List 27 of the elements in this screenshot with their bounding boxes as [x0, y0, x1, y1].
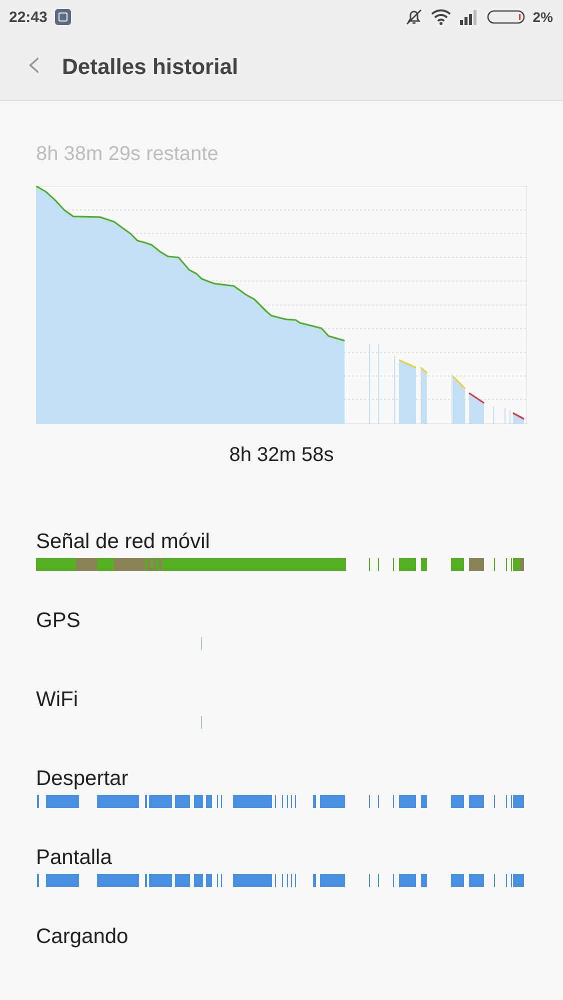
app-icon: [55, 9, 72, 25]
battery-tick: [394, 356, 396, 424]
timeline-label: WiFi: [36, 687, 79, 713]
activity-tick: [201, 716, 202, 729]
timeline-label: Pantalla: [36, 845, 113, 871]
battery-segment: [468, 392, 484, 424]
timeline-label: Despertar: [36, 766, 130, 792]
battery-tick: [493, 406, 494, 424]
remaining-time: 8h 38m 29s restante: [36, 143, 220, 167]
page-title: Detalles historial: [62, 54, 238, 80]
bell-off-icon: [404, 8, 423, 26]
clock: 22:43: [9, 8, 48, 26]
timeline-label: GPS: [36, 608, 82, 634]
battery-segment: [398, 359, 416, 424]
battery-segment: [452, 376, 466, 424]
battery-segment: [420, 366, 428, 424]
battery-tick: [504, 408, 506, 424]
back-button[interactable]: ‹: [24, 44, 44, 90]
timeline-label: Cargando: [36, 924, 130, 950]
battery-percent: 2%: [532, 9, 553, 25]
battery-icon: [486, 10, 525, 24]
battery-segment: [512, 412, 524, 424]
activity-tick: [201, 637, 202, 650]
chart-caption: 8h 32m 58s: [228, 444, 335, 467]
signal-icon: [458, 9, 479, 25]
timeline-label: Señal de red móvil: [36, 529, 211, 555]
wifi-icon: [430, 9, 451, 25]
